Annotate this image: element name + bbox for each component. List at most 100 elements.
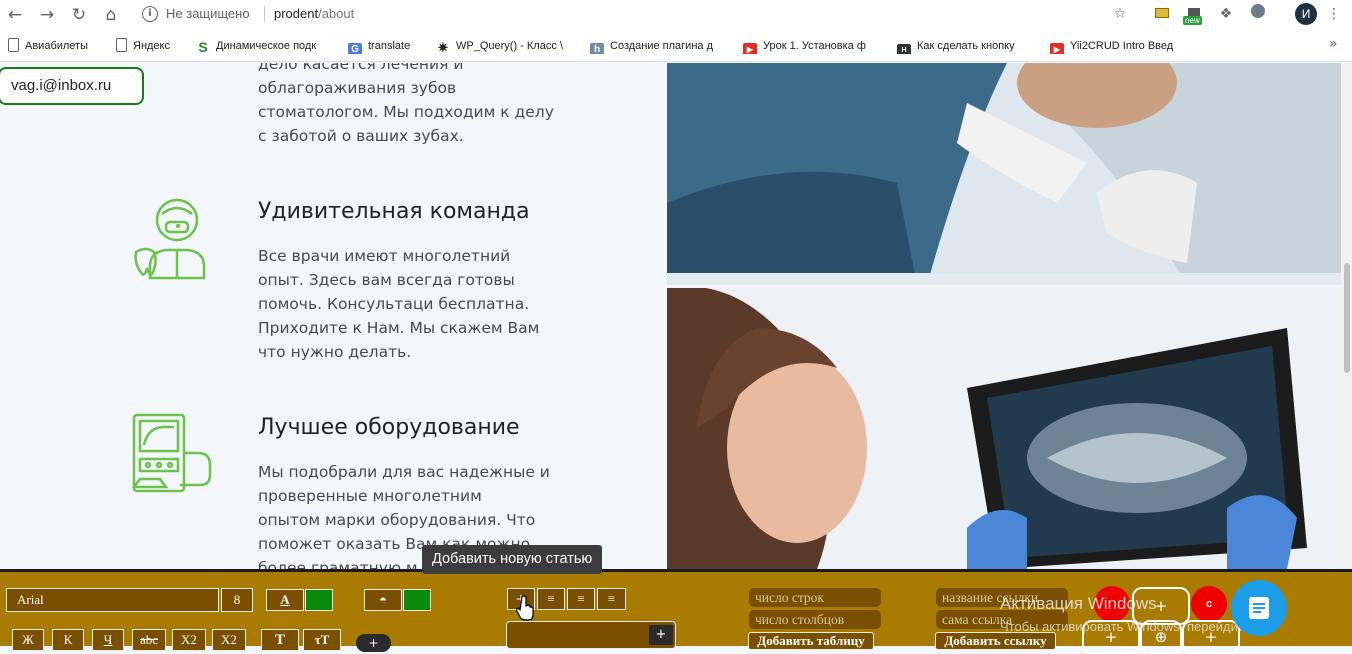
extension-icon[interactable]	[1152, 4, 1172, 24]
page-content: дело касается лечения и облагораживания …	[0, 63, 1352, 569]
chat-icon	[1249, 597, 1269, 619]
feature-text-line: Приходите к Нам. Мы скажем Вам	[258, 319, 540, 337]
youtube-icon: ▶	[1050, 43, 1064, 54]
text-size-icon: τT	[314, 632, 330, 647]
fill-color-button[interactable]: ◓	[364, 589, 402, 611]
bookmark-label: Yii2CRUD Intro Введ	[1070, 40, 1174, 52]
font-family-input[interactable]: Arial	[6, 588, 219, 612]
table-cols-input[interactable]: число столбцов	[749, 610, 881, 629]
feature-text-line: опытом марки оборудования. Что	[258, 511, 536, 529]
text-color-button[interactable]: A	[266, 589, 304, 611]
align-left-button[interactable]: ≡	[567, 588, 595, 610]
text-color-swatch[interactable]	[305, 589, 333, 611]
profile-avatar[interactable]: И	[1295, 3, 1317, 25]
bookmark-label: Динамическое подк	[216, 40, 317, 52]
page-icon	[116, 38, 127, 52]
windows-activation-text: Чтобы активировать Windows, перейдите в	[1000, 619, 1262, 634]
chat-button[interactable]	[1231, 580, 1287, 636]
bold-button[interactable]: Ж	[12, 629, 44, 651]
extension-bird-icon[interactable]: ❖	[1216, 4, 1236, 24]
photo-shapes	[667, 288, 1341, 569]
photo-shapes	[667, 63, 1341, 285]
table-rows-input[interactable]: число строк	[749, 588, 881, 607]
forward-arrow-icon[interactable]: →	[36, 4, 58, 26]
bookmark-item[interactable]: ▶ Урок 1. Установка ф	[743, 38, 876, 54]
security-label[interactable]: Не защищено	[166, 6, 250, 21]
bookmark-label: Яндекс	[133, 40, 170, 52]
align-center-button[interactable]: ≡	[537, 588, 565, 610]
page-icon	[8, 38, 19, 52]
feature-text-line: Мы подобрали для вас надежные и	[258, 463, 550, 481]
browser-toolbar: ← → ↻ ⌂ i Не защищено prodent/about ☆ ne…	[0, 0, 1352, 30]
bookmark-label: Авиабилеты	[25, 40, 89, 52]
bookmarks-bar: Авиабилеты Яндекс S Динамическое подк Gtr…	[0, 30, 1352, 62]
align-center-icon: ≡	[547, 591, 555, 606]
feature-text-line: проверенные многолетним	[258, 487, 482, 505]
superscript-button[interactable]: X2	[212, 629, 246, 651]
paint-bucket-icon: ◓	[379, 592, 387, 607]
add-link-button[interactable]: Добавить ссылку	[935, 632, 1056, 650]
info-icon[interactable]: i	[142, 6, 158, 22]
bookmark-star-icon[interactable]: ☆	[1110, 4, 1130, 24]
extension-eye-icon[interactable]	[1248, 4, 1268, 24]
xray-photo	[667, 288, 1341, 569]
intro-line: дело касается лечения и	[258, 63, 464, 73]
add-table-button[interactable]: Добавить таблицу	[748, 632, 874, 650]
bookmark-item[interactable]: H Как сделать кнопку	[897, 38, 1030, 54]
plus-icon: +	[368, 636, 379, 650]
underline-button[interactable]: Ч	[92, 629, 124, 651]
bookmark-item[interactable]: h Создание плагина д	[590, 38, 724, 54]
hand-cursor-icon	[516, 595, 534, 621]
bookmark-label: Как сделать кнопку	[917, 40, 1015, 52]
intro-line: с заботой о ваших зубах.	[258, 127, 464, 145]
url-path: /about	[318, 6, 355, 21]
feature-title: Удивительная команда	[258, 199, 530, 224]
bookmark-item[interactable]: Gtranslate	[348, 38, 423, 54]
feature-title: Лучшее оборудование	[258, 415, 520, 440]
tooltip: Добавить новую статью	[422, 545, 603, 574]
plus-icon: +	[655, 627, 667, 642]
bookmark-label: Урок 1. Установка ф	[763, 40, 866, 52]
html-logo-icon: H	[897, 44, 911, 54]
scrollbar-thumb[interactable]	[1344, 263, 1350, 373]
feature-text-line: опыт. Здесь вам всегда готовы	[258, 271, 515, 289]
address-bar[interactable]: prodent/about	[274, 6, 354, 21]
bookmark-item[interactable]: S Динамическое подк	[196, 38, 331, 54]
reload-icon[interactable]: ↻	[68, 4, 90, 26]
italic-button[interactable]: К	[52, 629, 84, 651]
feature-text-line: Все врачи имеют многолетний	[258, 247, 511, 265]
feature-text-line: что нужно делать.	[258, 343, 412, 361]
heading-button[interactable]: T	[261, 629, 299, 651]
url-host: prodent	[274, 6, 319, 21]
add-block-button[interactable]: +	[356, 634, 391, 652]
new-badge: new	[1183, 16, 1202, 25]
wp-logo-icon: ✷	[437, 40, 449, 55]
align-left-icon: ≡	[577, 591, 585, 606]
bookmark-item[interactable]: ✷ WP_Query() - Класс \	[436, 38, 572, 54]
bookmark-item[interactable]: Яндекс	[116, 38, 186, 54]
bookmark-label: translate	[368, 40, 411, 52]
text-size-button[interactable]: τT	[303, 629, 341, 651]
align-right-icon: ≡	[607, 591, 616, 606]
bookmark-item[interactable]: Авиабилеты	[8, 38, 103, 54]
align-right-button[interactable]: ≡	[597, 588, 626, 610]
fill-color-swatch[interactable]	[403, 589, 431, 611]
dental-procedure-photo	[667, 63, 1341, 285]
bookmark-item[interactable]: ▶ Yii2CRUD Intro Введ	[1050, 38, 1186, 54]
menu-kebab-icon[interactable]: ⋮	[1324, 4, 1344, 24]
bookmark-label: Создание плагина д	[610, 40, 713, 52]
strikethrough-button[interactable]: abc	[132, 629, 166, 651]
dentist-icon	[134, 198, 206, 280]
bookmarks-overflow-icon[interactable]: »	[1329, 36, 1338, 52]
back-arrow-icon[interactable]: ←	[4, 4, 26, 26]
red-round-button-c[interactable]: с	[1191, 586, 1227, 622]
subscript-button[interactable]: X2	[172, 629, 206, 651]
font-size-input[interactable]: 8	[221, 588, 253, 612]
home-icon[interactable]: ⌂	[100, 4, 122, 26]
windows-activation-title: Активация Windows	[1000, 594, 1157, 613]
url-separator	[264, 6, 265, 22]
youtube-icon: ▶	[743, 43, 757, 54]
email-contact-box[interactable]: vag.i@inbox.ru	[0, 67, 144, 105]
confirm-add-button[interactable]: +	[649, 625, 673, 645]
s-logo-icon: S	[198, 39, 208, 54]
